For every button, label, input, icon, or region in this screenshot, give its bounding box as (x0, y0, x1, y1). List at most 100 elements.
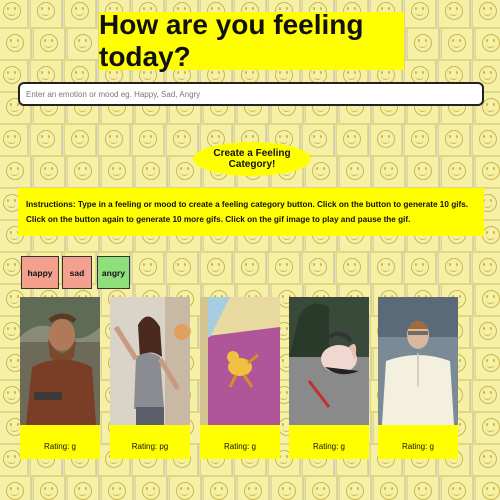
smiley-face-icon (244, 482, 262, 500)
smiley-note (203, 476, 235, 500)
smiley-note (0, 476, 31, 500)
smiley-note (373, 156, 405, 188)
search-box[interactable] (18, 82, 484, 106)
gif-card[interactable]: Rating: g (289, 297, 369, 459)
smiley-face-icon (414, 162, 432, 180)
smiley-note (132, 252, 164, 284)
smiley-face-icon (479, 322, 497, 340)
smiley-note (101, 156, 133, 188)
smiley-note (407, 476, 439, 500)
smiley-note (438, 0, 470, 28)
smiley-face-icon (343, 130, 361, 148)
instructions-box: Instructions: Type in a feeling or mood … (18, 188, 484, 236)
smiley-note (0, 0, 28, 28)
smiley-face-icon (312, 162, 330, 180)
smiley-face-icon (3, 2, 21, 20)
smiley-note (475, 412, 500, 444)
gif-image[interactable] (20, 297, 100, 425)
smiley-note (67, 156, 99, 188)
smiley-face-icon (343, 258, 361, 276)
page-title: How are you feeling today? (99, 9, 364, 72)
smiley-face-icon (414, 34, 432, 52)
feeling-button-happy[interactable]: happy (21, 256, 59, 289)
smiley-note (166, 252, 198, 284)
smiley-face-icon (482, 34, 500, 52)
smiley-note (404, 124, 436, 156)
smiley-face-icon (37, 2, 55, 20)
smiley-face-icon (176, 162, 194, 180)
smiley-note (0, 156, 31, 188)
smiley-note (0, 124, 28, 156)
gif-card[interactable]: Rating: g (20, 297, 100, 459)
smiley-note (166, 124, 198, 156)
smiley-note (475, 348, 500, 380)
gif-image[interactable] (200, 297, 280, 425)
smiley-face-icon (482, 226, 500, 244)
smiley-note (472, 316, 500, 348)
smiley-note (302, 252, 334, 284)
smiley-note (305, 476, 337, 500)
smiley-note (169, 476, 201, 500)
smiley-face-icon (346, 482, 364, 500)
smiley-face-icon (482, 354, 500, 372)
smiley-face-icon (176, 482, 194, 500)
smiley-note (135, 156, 167, 188)
smiley-face-icon (40, 34, 58, 52)
smiley-note (33, 156, 65, 188)
smiley-face-icon (3, 322, 21, 340)
smiley-face-icon (380, 162, 398, 180)
smiley-face-icon (74, 34, 92, 52)
smiley-face-icon (380, 482, 398, 500)
smiley-note (438, 124, 470, 156)
smiley-note (438, 252, 470, 284)
feeling-button-angry[interactable]: angry (97, 256, 130, 289)
smiley-face-icon (241, 258, 259, 276)
gif-rating: Rating: g (43, 442, 77, 451)
gif-card[interactable]: Rating: g (378, 297, 458, 459)
smiley-face-icon (377, 130, 395, 148)
smiley-face-icon (278, 482, 296, 500)
smiley-note (30, 0, 62, 28)
smiley-note (404, 252, 436, 284)
feeling-input[interactable] (20, 84, 482, 105)
smiley-face-icon (479, 2, 497, 20)
smiley-note (472, 444, 500, 476)
smiley-note (472, 252, 500, 284)
gif-image[interactable] (378, 297, 458, 425)
smiley-note (336, 124, 368, 156)
smiley-face-icon (479, 386, 497, 404)
smiley-face-icon (3, 386, 21, 404)
create-category-button[interactable]: Create a Feeling Category! (193, 142, 311, 176)
smiley-note (98, 124, 130, 156)
smiley-note (67, 476, 99, 500)
smiley-face-icon (207, 258, 225, 276)
gif-card[interactable]: Rating: g (200, 297, 280, 459)
smiley-face-icon (309, 258, 327, 276)
smiley-face-icon (482, 418, 500, 436)
smiley-face-icon (142, 482, 160, 500)
smiley-face-icon (210, 482, 228, 500)
smiley-note (0, 28, 31, 60)
gif-card[interactable]: Rating: pg (110, 297, 190, 459)
smiley-note (132, 124, 164, 156)
smiley-note (407, 156, 439, 188)
feeling-button-label: angry (101, 267, 126, 278)
smiley-note (67, 28, 99, 60)
gif-image[interactable] (110, 297, 190, 425)
feeling-button-sad[interactable]: sad (62, 256, 92, 289)
smiley-note (200, 252, 232, 284)
smiley-note (407, 28, 439, 60)
smiley-note (441, 476, 473, 500)
gif-rating: Rating: g (312, 442, 346, 451)
smiley-face-icon (411, 130, 429, 148)
smiley-note (101, 476, 133, 500)
smiley-face-icon (40, 482, 58, 500)
smiley-note (373, 476, 405, 500)
smiley-face-icon (3, 258, 21, 276)
smiley-face-icon (482, 482, 500, 500)
gif-image[interactable] (289, 297, 369, 425)
title-banner: How are you feeling today? (99, 9, 404, 72)
smiley-note (268, 252, 300, 284)
smiley-note (472, 380, 500, 412)
smiley-face-icon (312, 482, 330, 500)
